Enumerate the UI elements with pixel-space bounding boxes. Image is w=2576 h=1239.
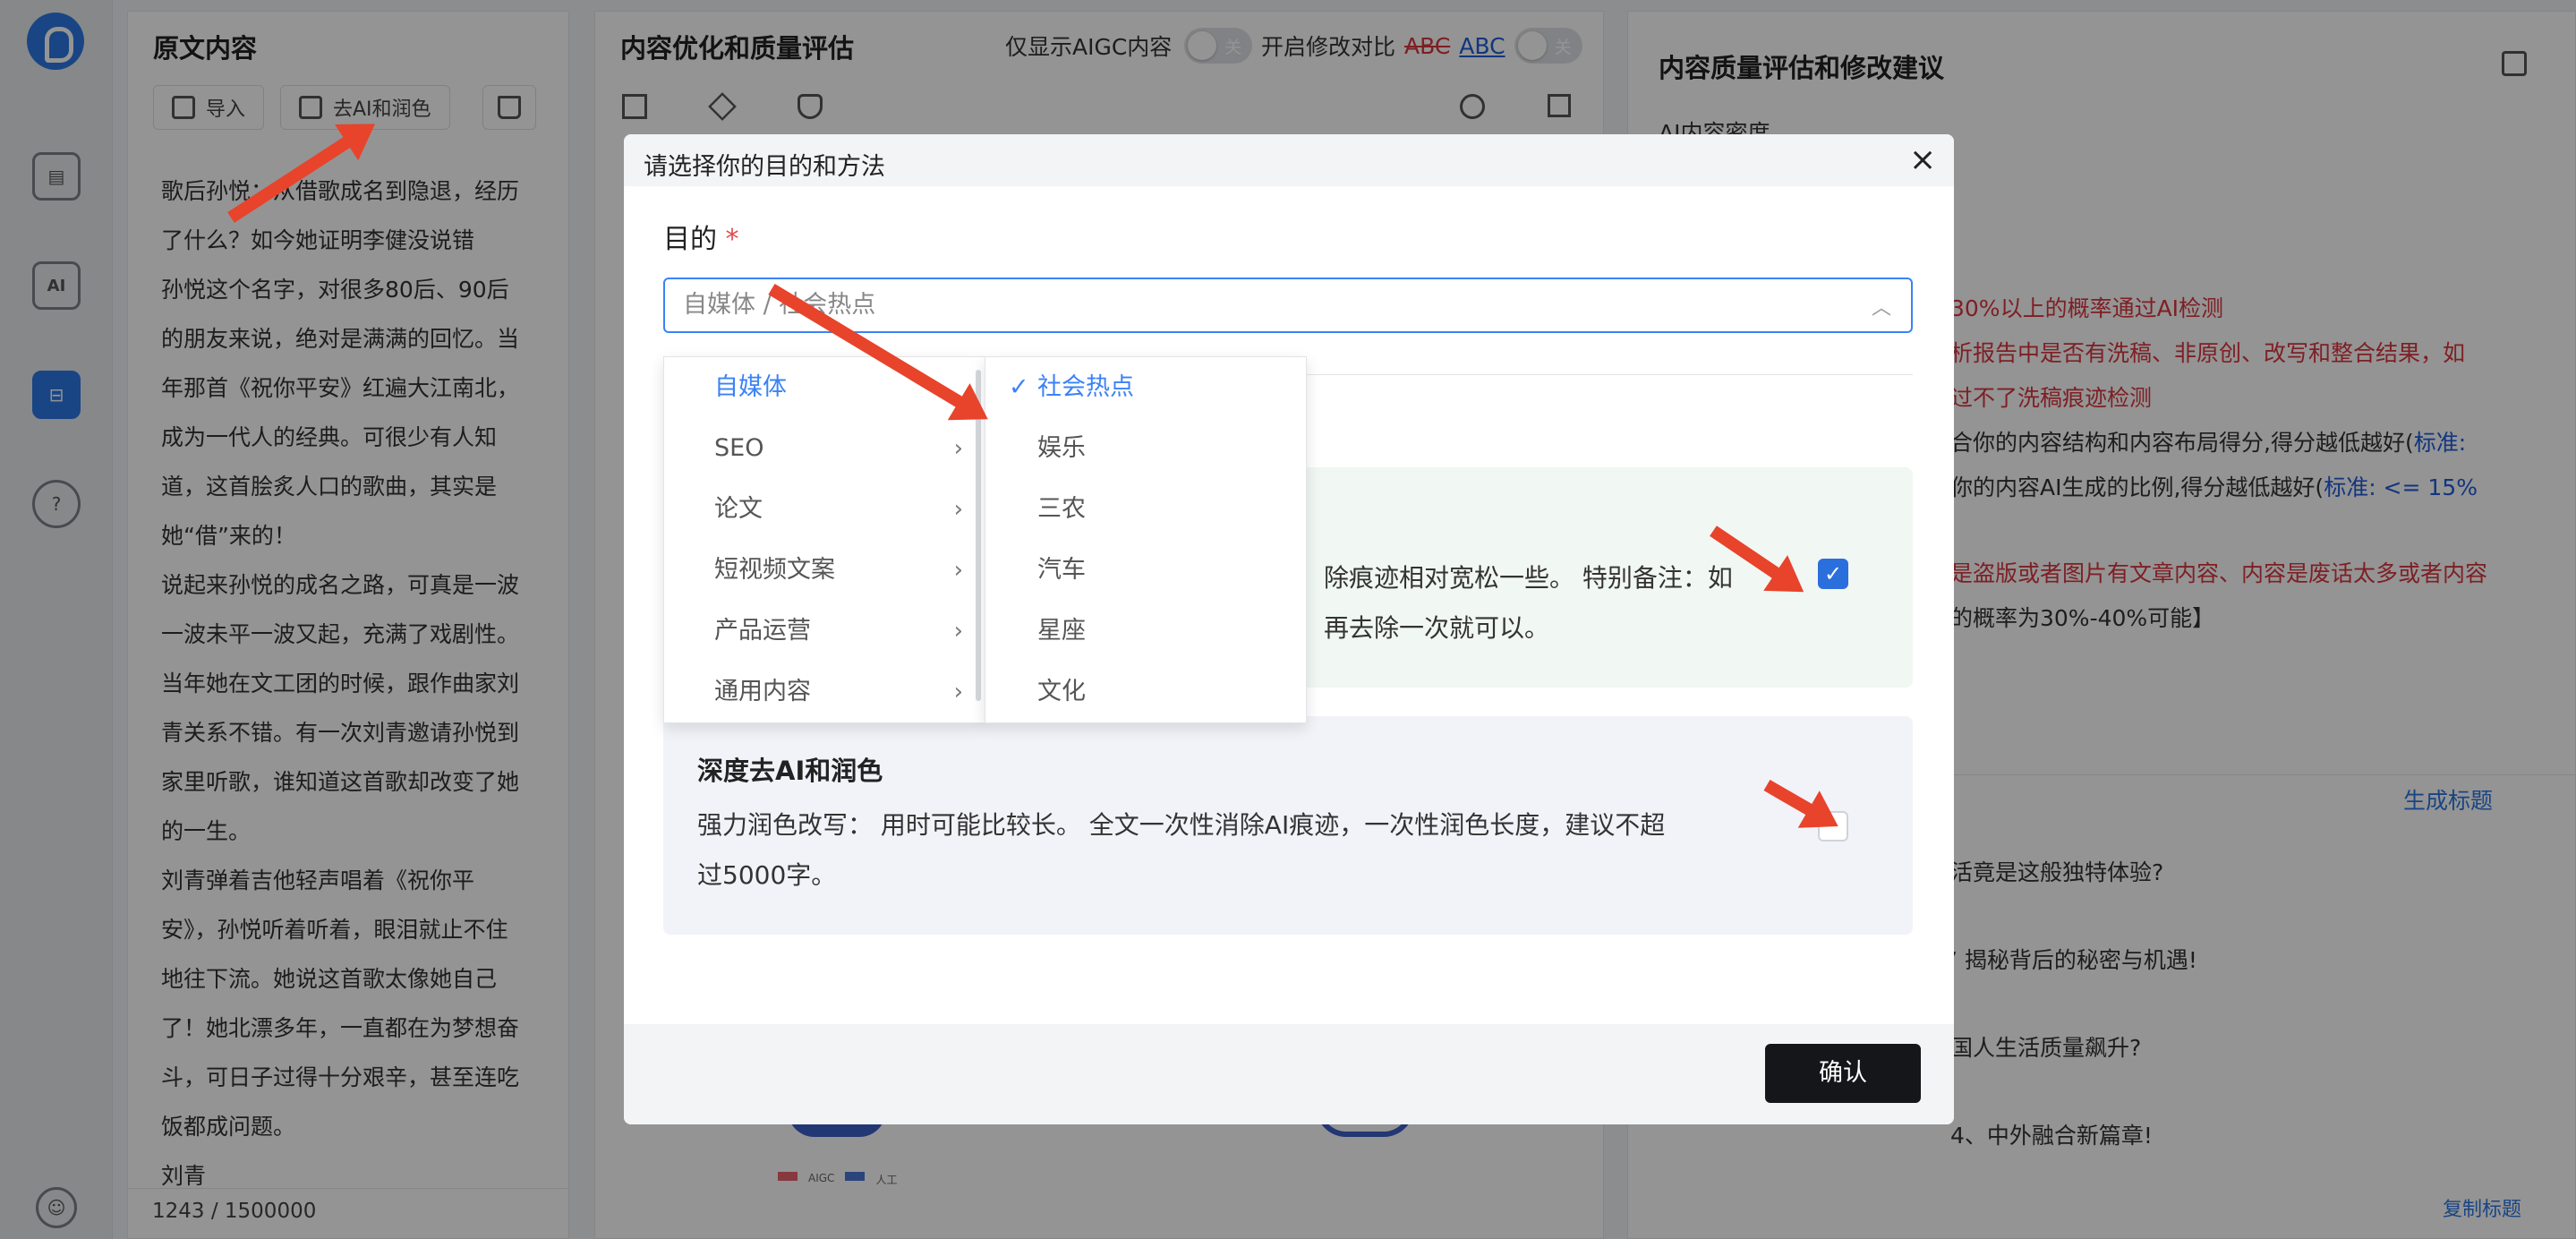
check-icon: ✓ <box>1009 373 1029 401</box>
cascader-option[interactable]: 短视频文案 › <box>664 540 985 601</box>
purpose-label: 目的 * <box>663 224 739 255</box>
chevron-right-icon: › <box>953 557 963 584</box>
close-icon[interactable]: × <box>1909 141 1936 178</box>
chevron-right-icon: › <box>953 618 963 645</box>
cascader-menu-1: 自媒体 SEO › 论文 › 短视频文案 › 产品运营 › 通用内容 › <box>663 356 985 723</box>
card-desc: 再去除一次就可以。 <box>1324 613 1550 643</box>
purpose-cascader[interactable]: 自媒体 / 社会热点 ︿ <box>663 278 1913 333</box>
method-checkbox-basic[interactable]: ✓ <box>1818 559 1848 589</box>
card-desc: 除痕迹相对宽松一些。 特别备注：如 <box>1324 563 1733 593</box>
cascader-option[interactable]: 星座 <box>985 601 1306 662</box>
cascader-option[interactable]: 产品运营 › <box>664 601 985 662</box>
cascader-option[interactable]: SEO › <box>664 418 985 479</box>
purpose-modal: 请选择你的目的和方法 × 目的 * 自媒体 / 社会热点 ︿ 除痕迹相对宽松一些… <box>624 134 1954 1124</box>
modal-footer <box>624 1024 1954 1124</box>
cascader-option[interactable]: 通用内容 › <box>664 662 985 722</box>
cascader-option-selected[interactable]: ✓ 社会热点 <box>985 357 1306 418</box>
chevron-up-icon: ︿ <box>1871 297 1891 320</box>
confirm-button[interactable]: 确认 <box>1765 1044 1921 1103</box>
cascader-option[interactable]: 文化 <box>985 662 1306 722</box>
card-desc: 强力润色改写： 用时可能比较长。 全文一次性消除AI痕迹，一次性润色长度，建议不… <box>697 810 1666 840</box>
cascader-option[interactable]: 三农 <box>985 479 1306 540</box>
chevron-right-icon: › <box>953 496 963 523</box>
cascader-menu-2: ✓ 社会热点 娱乐 三农 汽车 星座 文化 <box>985 356 1307 723</box>
card-title: 深度去AI和润色 <box>697 756 883 786</box>
card-desc: 过5000字。 <box>697 860 837 890</box>
method-card-deep[interactable]: 深度去AI和润色 强力润色改写： 用时可能比较长。 全文一次性消除AI痕迹，一次… <box>663 716 1913 935</box>
cascader-option[interactable]: 论文 › <box>664 479 985 540</box>
modal-header: 请选择你的目的和方法 <box>624 134 1954 186</box>
modal-title: 请选择你的目的和方法 <box>644 153 885 181</box>
cascader-option[interactable]: 娱乐 <box>985 418 1306 479</box>
chevron-right-icon: › <box>953 679 963 705</box>
cascader-option[interactable]: 汽车 <box>985 540 1306 601</box>
